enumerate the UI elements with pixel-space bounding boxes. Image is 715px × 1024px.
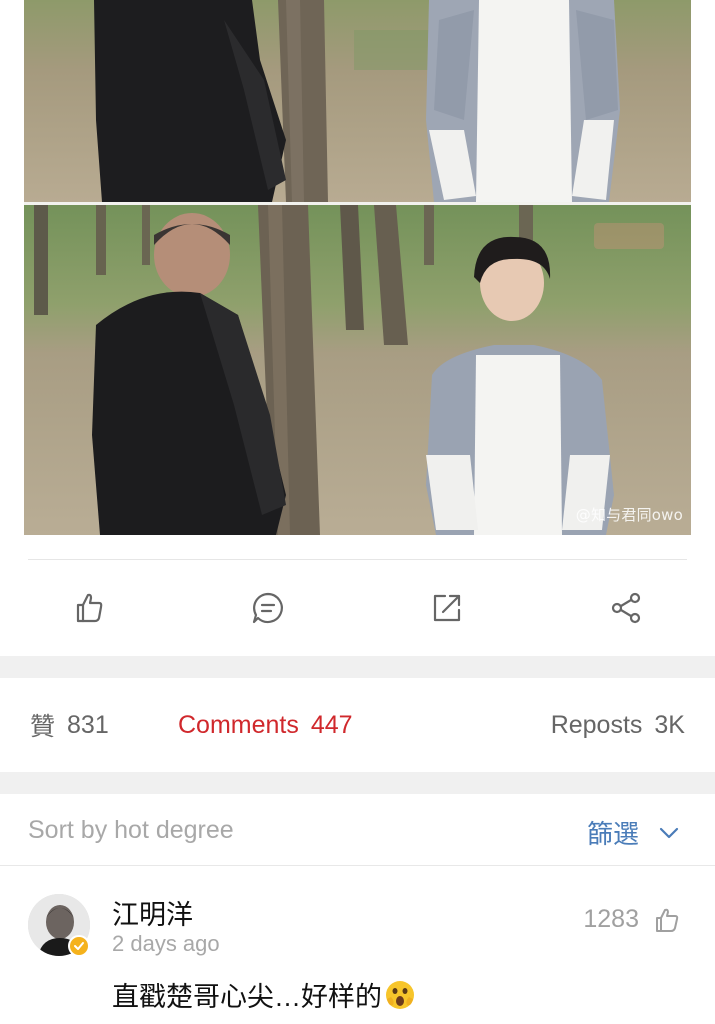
likes-count: 831	[67, 710, 109, 739]
post-image-frame-top	[24, 0, 691, 202]
chevron-down-icon	[659, 827, 679, 838]
sort-label: Sort by hot degree	[28, 816, 234, 844]
comment-body: 直戳楚哥心尖…好样的	[112, 982, 382, 1012]
comments-tab-label: Comments	[178, 710, 299, 739]
comments-count: 447	[310, 710, 353, 739]
post-image-frame-bottom	[24, 205, 691, 535]
likes-tab[interactable]: 贊 831	[30, 707, 109, 743]
reposts-tab[interactable]: Reposts 3K	[551, 711, 685, 740]
section-separator	[0, 772, 715, 794]
comment-text: 直戳楚哥心尖…好样的	[112, 975, 416, 1014]
repost-icon	[433, 594, 460, 622]
post-action-bar	[0, 560, 715, 656]
post-image[interactable]: @知与君同owo	[24, 0, 691, 535]
share-icon	[611, 592, 640, 624]
reposts-tab-label: Reposts	[550, 710, 643, 739]
comment-item: 江明洋 2 days ago 1283 直戳楚哥心尖…好样的	[0, 867, 715, 1024]
thumbs-up-icon	[656, 908, 679, 932]
shocked-face-emoji	[386, 980, 414, 1009]
comment-button[interactable]	[179, 560, 358, 656]
post-stats-bar: 贊 831 Comments 447 Reposts 3K	[0, 678, 715, 772]
image-watermark: @知与君同owo	[575, 506, 683, 524]
thumbs-up-icon	[77, 593, 103, 623]
section-separator	[0, 656, 715, 678]
comments-tab[interactable]: Comments 447	[178, 711, 353, 740]
verified-badge-icon	[68, 935, 90, 957]
filter-dropdown[interactable]: 篩選	[587, 814, 681, 851]
comment-like-count: 1283	[583, 905, 639, 933]
share-button[interactable]	[536, 560, 715, 656]
comment-username[interactable]: 江明洋	[112, 893, 193, 932]
filter-label: 篩選	[586, 819, 639, 849]
likes-tab-label: 贊	[30, 713, 56, 741]
comment-timestamp: 2 days ago	[112, 931, 220, 956]
comment-like-button[interactable]: 1283	[583, 905, 681, 934]
comment-icon	[253, 592, 284, 624]
repost-button[interactable]	[358, 560, 537, 656]
reposts-count: 3K	[654, 710, 685, 739]
comment-sort-bar: Sort by hot degree 篩選	[0, 794, 715, 866]
like-button[interactable]	[0, 560, 179, 656]
